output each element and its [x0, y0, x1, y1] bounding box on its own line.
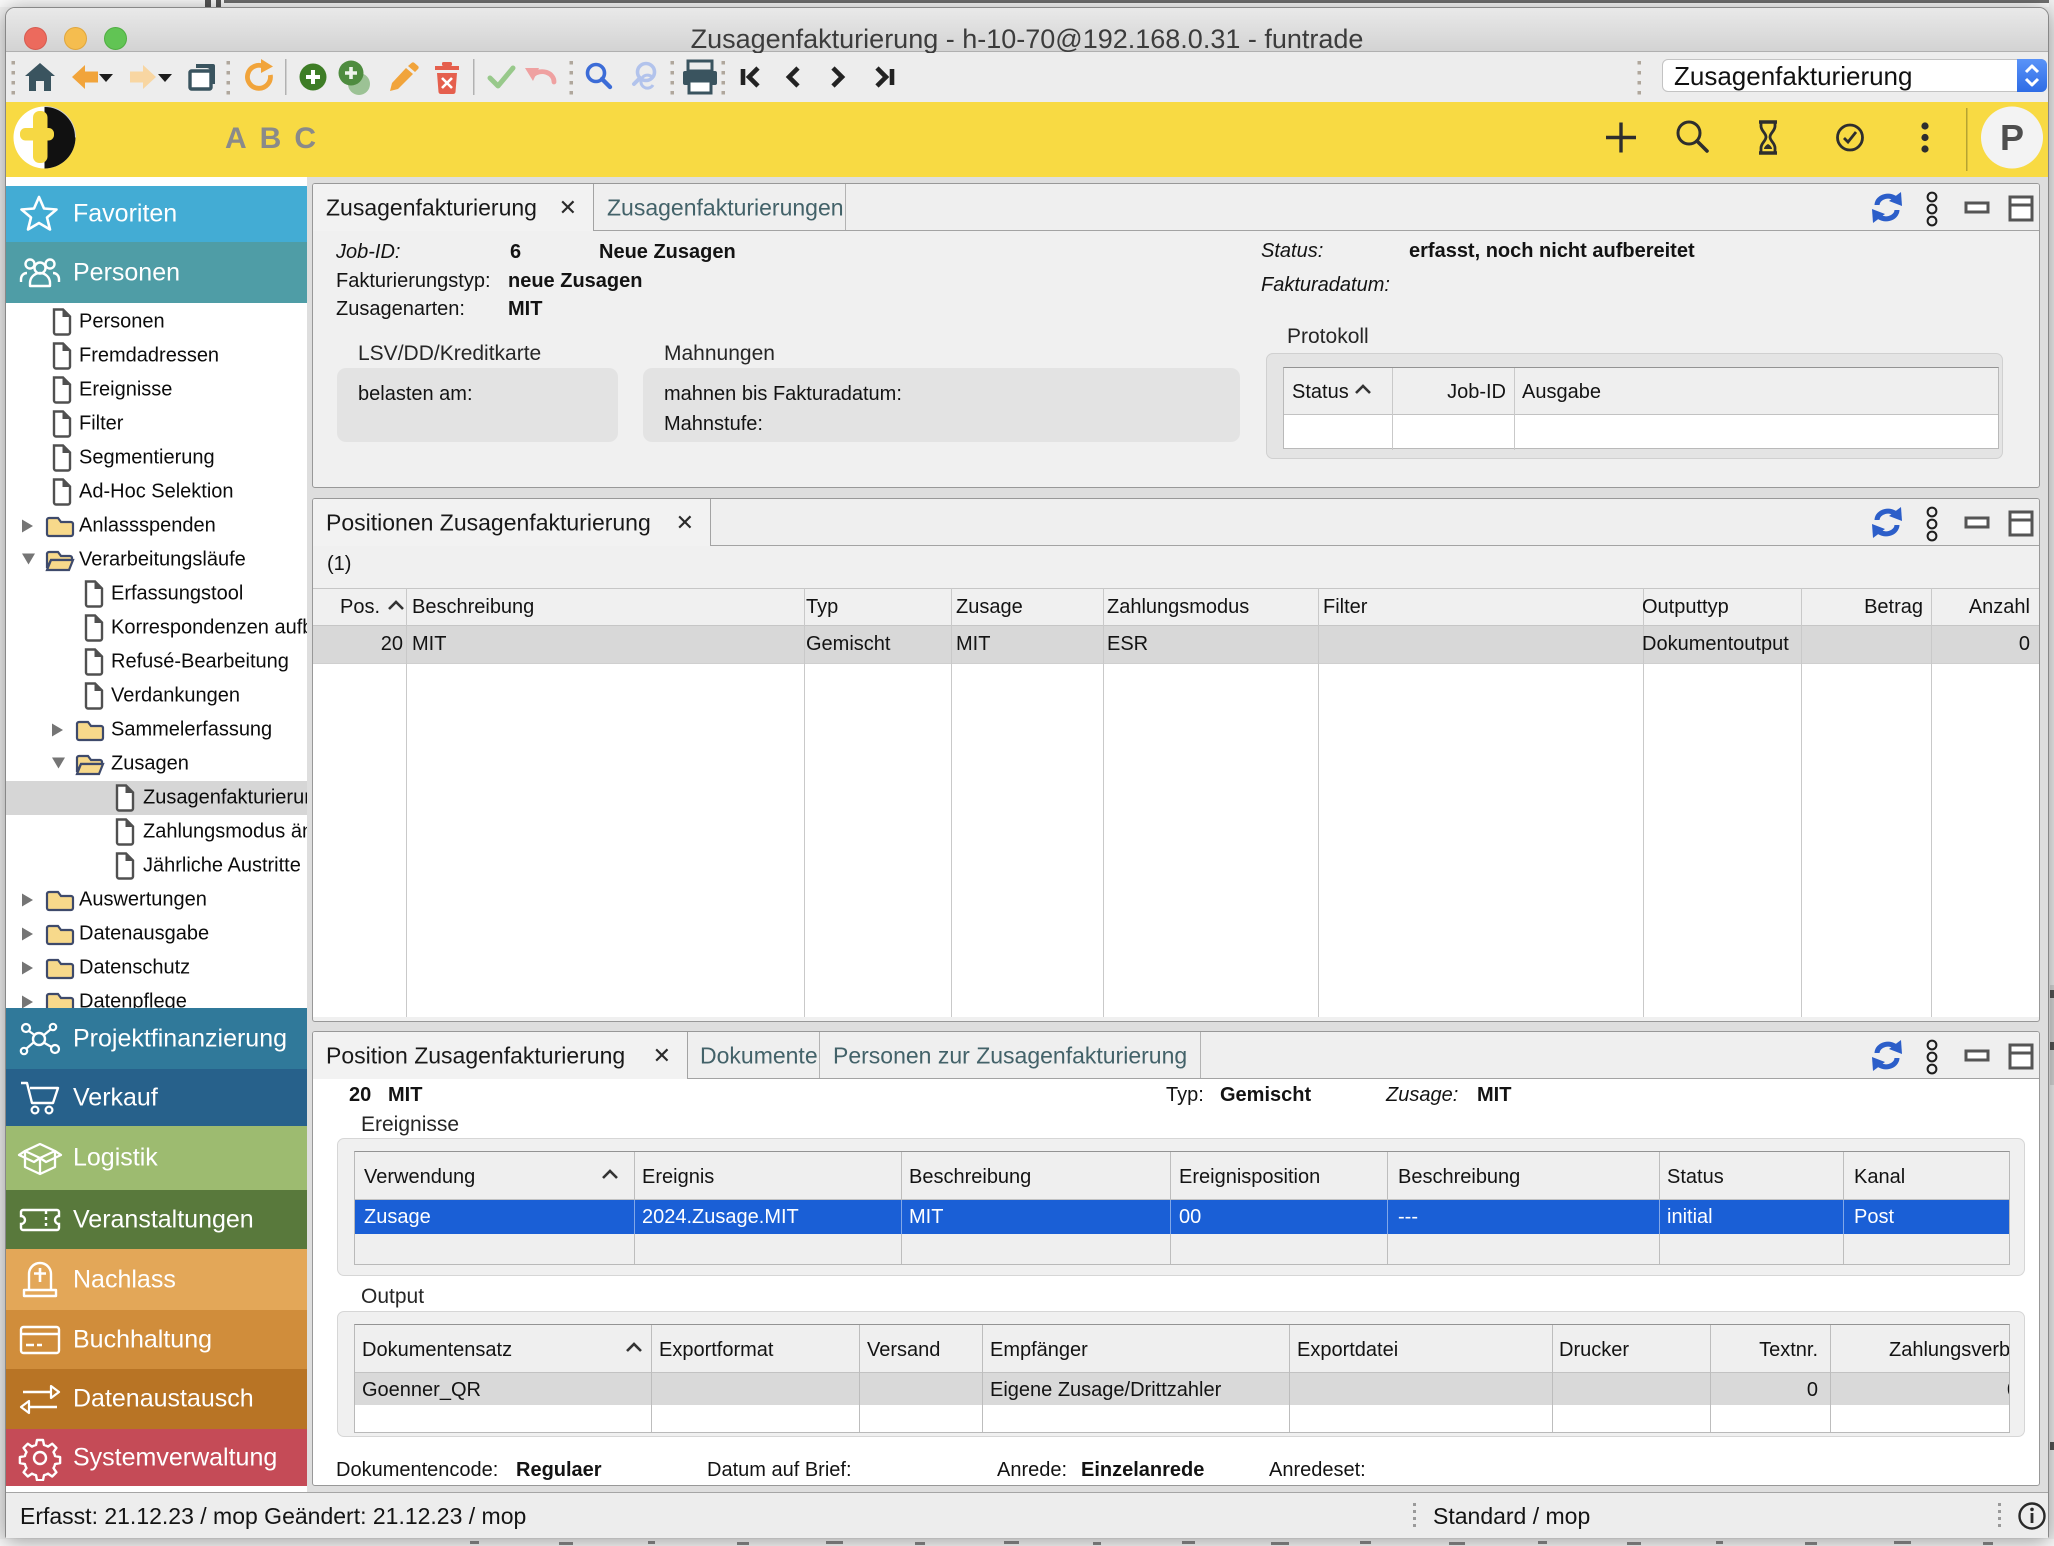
- svg-text:P: P: [2000, 117, 2024, 158]
